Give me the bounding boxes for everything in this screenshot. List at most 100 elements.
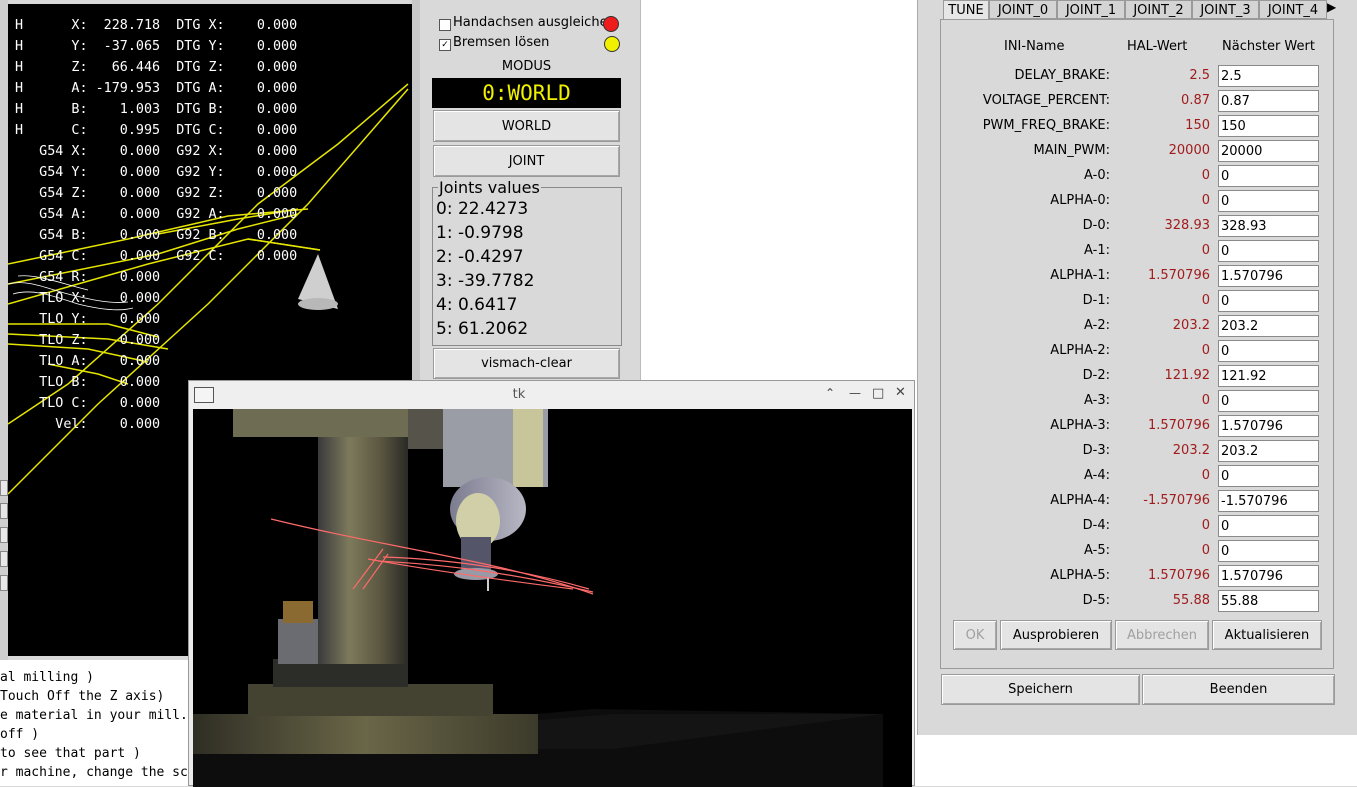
dro-line: G54 X: 0.000 G92 X: 0.000 bbox=[15, 144, 298, 159]
save-button[interactable]: Speichern bbox=[941, 674, 1140, 705]
gcode-line: Touch Off the Z axis) bbox=[0, 689, 165, 704]
param-name: A-5: bbox=[1084, 543, 1110, 558]
param-next-value-input[interactable] bbox=[1218, 190, 1319, 212]
shade-icon[interactable]: ⌃ bbox=[825, 386, 835, 400]
dro-line: TLO C: 0.000 bbox=[15, 396, 161, 411]
joints-values-title: Joints values bbox=[438, 178, 541, 197]
param-next-value-input[interactable] bbox=[1218, 215, 1319, 237]
param-hal-value: 328.93 bbox=[1164, 218, 1211, 233]
dro-line: G54 B: 0.000 G92 B: 0.000 bbox=[15, 228, 298, 243]
gcode-line: to see that part ) bbox=[0, 746, 141, 761]
param-name: D-1: bbox=[1082, 293, 1110, 308]
dro-line: TLO Z: 0.000 bbox=[15, 333, 161, 348]
param-next-value-input[interactable] bbox=[1218, 65, 1319, 87]
param-next-value-input[interactable] bbox=[1218, 365, 1319, 387]
param-hal-value: 1.570796 bbox=[1147, 568, 1210, 583]
strip-button[interactable] bbox=[0, 527, 8, 543]
tk-window-title: tk bbox=[512, 387, 526, 402]
cancel-button[interactable]: Abbrechen bbox=[1115, 620, 1209, 650]
dro-line: G54 R: 0.000 bbox=[15, 270, 161, 285]
strip-button[interactable] bbox=[0, 480, 8, 496]
modus-display: 0:WORLD bbox=[432, 78, 621, 108]
maximize-icon[interactable]: □ bbox=[872, 386, 884, 401]
strip-button[interactable] bbox=[0, 551, 8, 567]
gcode-line: al milling ) bbox=[0, 670, 94, 685]
handachsen-checkbox[interactable] bbox=[439, 19, 451, 31]
param-next-value-input[interactable] bbox=[1218, 340, 1319, 362]
modus-label: MODUS bbox=[501, 59, 552, 74]
strip-button[interactable] bbox=[0, 575, 8, 591]
param-next-value-input[interactable] bbox=[1218, 490, 1319, 512]
vismach-clear-button[interactable]: vismach-clear bbox=[433, 348, 620, 379]
param-next-value-input[interactable] bbox=[1218, 390, 1319, 412]
gcode-line: off ) bbox=[0, 727, 40, 742]
blank-area bbox=[640, 0, 918, 380]
dro-line: H A: -179.953 DTG A: 0.000 bbox=[15, 81, 298, 96]
dro-line: H Z: 66.446 DTG Z: 0.000 bbox=[15, 60, 298, 75]
param-next-value-input[interactable] bbox=[1218, 290, 1319, 312]
param-next-value-input[interactable] bbox=[1218, 565, 1319, 587]
param-next-value-input[interactable] bbox=[1218, 415, 1319, 437]
param-next-value-input[interactable] bbox=[1218, 265, 1319, 287]
dro-line: G54 Z: 0.000 G92 Z: 0.000 bbox=[15, 186, 298, 201]
handachsen-label: Handachsen ausgleichen bbox=[453, 15, 616, 30]
strip-button[interactable] bbox=[0, 503, 8, 519]
gcode-text-view[interactable]: al milling ) Touch Off the Z axis) e mat… bbox=[0, 660, 190, 786]
param-name: A-2: bbox=[1084, 318, 1110, 333]
param-hal-value: 0 bbox=[1201, 393, 1210, 408]
minimize-icon[interactable]: — bbox=[849, 386, 861, 400]
param-hal-value: 0.87 bbox=[1181, 93, 1210, 108]
param-name: ALPHA-2: bbox=[1050, 343, 1110, 358]
param-name: D-5: bbox=[1082, 593, 1110, 608]
param-next-value-input[interactable] bbox=[1218, 315, 1319, 337]
vismach-3d-view[interactable] bbox=[193, 409, 912, 787]
param-name: PWM_FREQ_BRAKE: bbox=[982, 118, 1110, 133]
gcode-line: e material in your mill. bbox=[0, 708, 188, 723]
ok-button[interactable]: OK bbox=[953, 620, 997, 650]
vismach-control-panel: Handachsen ausgleichen ✓ Bremsen lösen M… bbox=[424, 0, 636, 380]
param-hal-value: 55.88 bbox=[1172, 593, 1210, 608]
param-hal-value: 0 bbox=[1201, 343, 1210, 358]
dro-line: TLO Y: 0.000 bbox=[15, 312, 161, 327]
quit-button[interactable]: Beenden bbox=[1142, 674, 1335, 705]
dro-line: H B: 1.003 DTG B: 0.000 bbox=[15, 102, 298, 117]
tk-window: tk ⌃ — □ ✕ bbox=[188, 380, 915, 787]
world-button[interactable]: WORLD bbox=[433, 110, 620, 142]
param-hal-value: 0 bbox=[1201, 468, 1210, 483]
tk-titlebar[interactable]: tk ⌃ — □ ✕ bbox=[189, 381, 914, 409]
param-name: A-3: bbox=[1084, 393, 1110, 408]
param-hal-value: 0 bbox=[1201, 543, 1210, 558]
param-next-value-input[interactable] bbox=[1218, 115, 1319, 137]
param-next-value-input[interactable] bbox=[1218, 240, 1319, 262]
param-next-value-input[interactable] bbox=[1218, 540, 1319, 562]
param-hal-value: 121.92 bbox=[1164, 368, 1211, 383]
try-button[interactable]: Ausprobieren bbox=[1000, 620, 1112, 650]
dro-line: Vel: 0.000 bbox=[15, 417, 161, 432]
param-hal-value: 0 bbox=[1201, 168, 1210, 183]
joint-button[interactable]: JOINT bbox=[433, 145, 620, 177]
param-next-value-input[interactable] bbox=[1218, 515, 1319, 537]
joint-value-5: 5: 61.2062 bbox=[436, 319, 529, 339]
close-icon[interactable]: ✕ bbox=[895, 385, 906, 400]
param-next-value-input[interactable] bbox=[1218, 590, 1319, 612]
dro-line: TLO A: 0.000 bbox=[15, 354, 161, 369]
param-hal-value: 1.570796 bbox=[1147, 418, 1210, 433]
param-name: D-3: bbox=[1082, 443, 1110, 458]
joint-value-2: 2: -0.4297 bbox=[436, 247, 524, 267]
param-next-value-input[interactable] bbox=[1218, 465, 1319, 487]
param-next-value-input[interactable] bbox=[1218, 140, 1319, 162]
param-hal-value: 203.2 bbox=[1172, 318, 1210, 333]
refresh-button[interactable]: Aktualisieren bbox=[1212, 620, 1322, 650]
bremsen-checkbox[interactable]: ✓ bbox=[439, 39, 451, 51]
joint-value-3: 3: -39.7782 bbox=[436, 271, 535, 291]
param-hal-value: 0 bbox=[1201, 193, 1210, 208]
param-name: MAIN_PWM: bbox=[1033, 143, 1110, 158]
param-name: A-4: bbox=[1084, 468, 1110, 483]
param-next-value-input[interactable] bbox=[1218, 90, 1319, 112]
param-name: A-0: bbox=[1084, 168, 1110, 183]
dro-line: TLO X: 0.000 bbox=[15, 291, 161, 306]
param-name: ALPHA-3: bbox=[1050, 418, 1110, 433]
param-next-value-input[interactable] bbox=[1218, 440, 1319, 462]
param-next-value-input[interactable] bbox=[1218, 165, 1319, 187]
robot-model-render bbox=[193, 409, 883, 787]
